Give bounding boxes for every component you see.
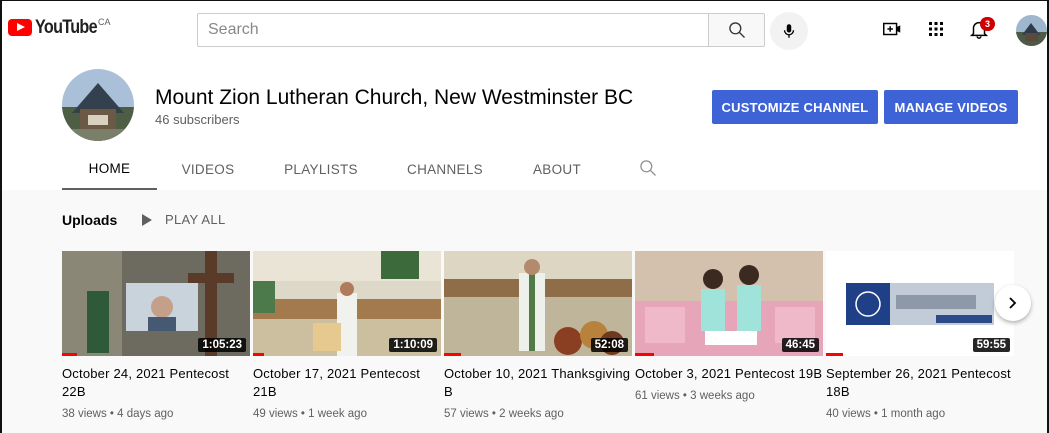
avatar-image (1016, 15, 1047, 46)
tab-home[interactable]: HOME (62, 149, 157, 190)
apps-icon (929, 22, 943, 36)
uploads-section: Uploads PLAY ALL 1:05:23 October 24, 202… (2, 190, 1047, 433)
video-card[interactable]: 59:55 September 26, 2021 Pentecost 18B 4… (826, 251, 1014, 420)
video-duration: 59:55 (972, 338, 1010, 352)
search-box[interactable] (197, 13, 709, 47)
video-thumbnail[interactable]: 1:05:23 (62, 251, 250, 356)
search-icon (728, 22, 745, 38)
video-meta: 38 views • 4 days ago (62, 408, 174, 420)
video-thumbnail[interactable]: 1:10:09 (253, 251, 441, 356)
shelf-next-button[interactable] (995, 285, 1031, 321)
video-thumbnail[interactable]: 59:55 (826, 251, 1014, 356)
search-button[interactable] (708, 13, 765, 47)
chevron-right-icon (1009, 297, 1017, 309)
video-card[interactable]: 1:05:23 October 24, 2021 Pentecost 22B 3… (62, 251, 250, 420)
youtube-logo[interactable]: YouTube CA (8, 17, 111, 38)
video-card[interactable]: 52:08 October 10, 2021 Thanksgiving B 57… (444, 251, 632, 420)
tab-channels[interactable]: CHANNELS (383, 149, 507, 190)
tab-about[interactable]: ABOUT (507, 149, 607, 190)
tab-videos[interactable]: VIDEOS (157, 149, 259, 190)
avatar[interactable] (1016, 15, 1047, 46)
video-title[interactable]: October 3, 2021 Pentecost 19B (635, 365, 823, 383)
play-all-button[interactable]: PLAY ALL (141, 212, 225, 227)
video-title[interactable]: October 24, 2021 Pentecost 22B (62, 365, 250, 401)
channel-avatar-image (62, 69, 134, 141)
manage-videos-button[interactable]: MANAGE VIDEOS (884, 90, 1018, 124)
top-bar: YouTube CA 3 (2, 1, 1047, 57)
channel-header: Mount Zion Lutheran Church, New Westmins… (2, 57, 1047, 190)
video-duration: 1:10:09 (389, 338, 437, 352)
voice-search-button[interactable] (770, 12, 808, 50)
tab-playlists[interactable]: PLAYLISTS (259, 149, 383, 190)
video-duration: 46:45 (781, 338, 819, 352)
channel-search-icon[interactable] (638, 158, 658, 178)
logo-text: YouTube (35, 17, 98, 38)
youtube-play-icon (8, 19, 32, 36)
play-all-label: PLAY ALL (165, 212, 226, 227)
logo-region: CA (98, 17, 111, 27)
watch-progress (62, 353, 78, 356)
watch-progress (826, 353, 843, 356)
customize-channel-button[interactable]: CUSTOMIZE CHANNEL (712, 90, 878, 124)
play-icon (142, 213, 152, 226)
video-duration: 52:08 (590, 338, 628, 352)
video-meta: 57 views • 2 weeks ago (444, 408, 564, 420)
mic-icon (783, 24, 795, 38)
create-video-icon (883, 22, 901, 36)
video-thumbnail[interactable]: 52:08 (444, 251, 632, 356)
video-title[interactable]: October 10, 2021 Thanksgiving B (444, 365, 632, 401)
search-input[interactable] (198, 14, 709, 46)
watch-progress (253, 353, 265, 356)
channel-avatar[interactable] (62, 69, 134, 141)
video-thumbnail[interactable]: 46:45 (635, 251, 823, 356)
video-card[interactable]: 1:10:09 October 17, 2021 Pentecost 21B 4… (253, 251, 441, 420)
channel-tabs: HOME VIDEOS PLAYLISTS CHANNELS ABOUT (62, 149, 607, 190)
video-meta: 49 views • 1 week ago (253, 408, 367, 420)
video-title[interactable]: September 26, 2021 Pentecost 18B (826, 365, 1014, 401)
notification-badge: 3 (980, 17, 995, 31)
channel-name: Mount Zion Lutheran Church, New Westmins… (155, 86, 634, 109)
video-title[interactable]: October 17, 2021 Pentecost 21B (253, 365, 441, 401)
video-meta: 61 views • 3 weeks ago (635, 390, 755, 402)
video-meta: 40 views • 1 month ago (826, 408, 946, 420)
apps-button[interactable] (924, 17, 948, 41)
app-window: YouTube CA 3 (0, 0, 1049, 433)
video-card[interactable]: 46:45 October 3, 2021 Pentecost 19B 61 v… (635, 251, 823, 402)
uploads-title[interactable]: Uploads (62, 212, 117, 228)
watch-progress (635, 353, 654, 356)
watch-progress (444, 353, 461, 356)
create-button[interactable] (880, 17, 904, 41)
subscriber-count: 46 subscribers (155, 112, 240, 127)
video-duration: 1:05:23 (198, 338, 246, 352)
